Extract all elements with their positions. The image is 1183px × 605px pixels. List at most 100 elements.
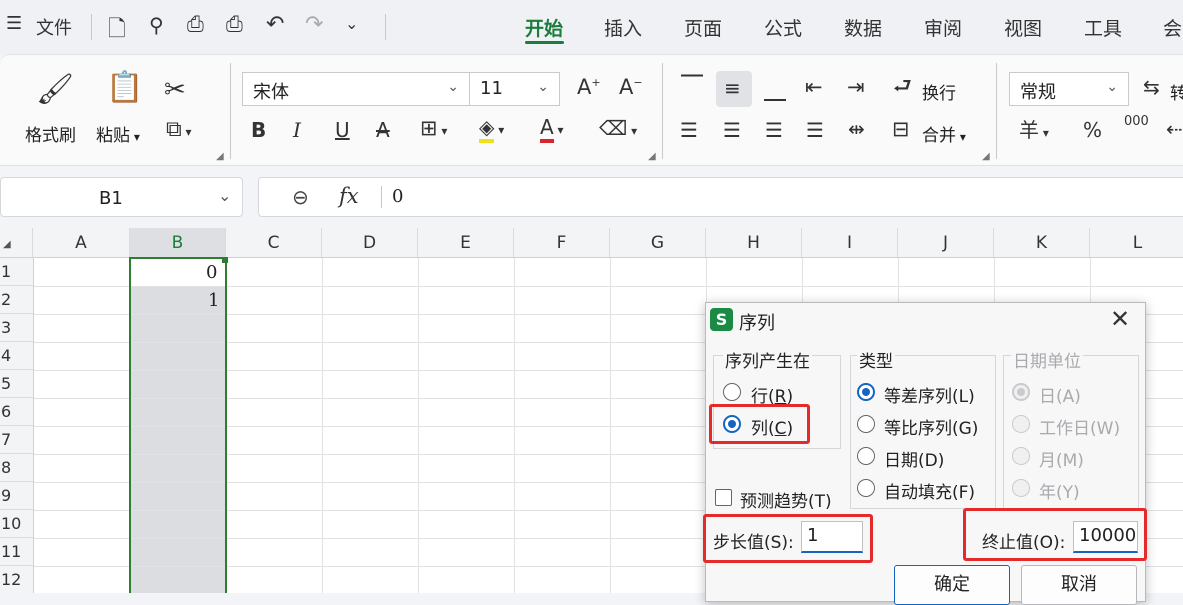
row-header[interactable]: 10 bbox=[0, 510, 33, 538]
cancel-button[interactable]: 取消 bbox=[1021, 565, 1137, 605]
tab-tools[interactable]: 工具 bbox=[1084, 14, 1122, 41]
hamburger-icon[interactable]: ☰ bbox=[6, 13, 22, 34]
row-header[interactable]: 3 bbox=[0, 314, 33, 342]
row-header[interactable]: 11 bbox=[0, 538, 33, 566]
tab-page[interactable]: 页面 bbox=[684, 14, 722, 41]
decimal-icon[interactable]: ⇠ bbox=[1166, 119, 1183, 139]
column-header[interactable]: K bbox=[994, 228, 1090, 258]
row-header[interactable]: 8 bbox=[0, 454, 33, 482]
column-header[interactable]: F bbox=[514, 228, 610, 258]
row-header[interactable]: 2 bbox=[0, 286, 33, 314]
day-radio-label[interactable]: 日(A) bbox=[1039, 382, 1081, 407]
date-radio-label[interactable]: 日期(D) bbox=[884, 446, 944, 471]
day-radio[interactable] bbox=[1012, 383, 1030, 401]
column-header[interactable]: A bbox=[33, 228, 130, 258]
weekday-radio-label[interactable]: 工作日(W) bbox=[1039, 414, 1120, 439]
align-bottom-icon[interactable]: ⎽ bbox=[764, 79, 786, 101]
font-name-select[interactable]: 宋体 ⌄ bbox=[242, 72, 470, 106]
column-header[interactable]: H bbox=[706, 228, 802, 258]
close-icon[interactable]: ✕ bbox=[1110, 305, 1130, 333]
row-header[interactable]: 7 bbox=[0, 426, 33, 454]
chevron-down-icon[interactable]: ⌄ bbox=[345, 14, 358, 33]
border-icon[interactable]: ⊞ ▾ bbox=[420, 118, 447, 139]
autofill-radio[interactable] bbox=[857, 479, 875, 497]
linear-radio-label[interactable]: 等差序列(L) bbox=[884, 382, 975, 407]
date-radio[interactable] bbox=[857, 447, 875, 465]
format-painter-icon[interactable]: ⚲ bbox=[149, 13, 164, 37]
formula-input[interactable]: 0 bbox=[392, 186, 403, 207]
thousands-icon[interactable]: 000 bbox=[1124, 115, 1149, 128]
increase-font-icon[interactable]: A+ bbox=[577, 77, 601, 98]
file-menu[interactable]: 文件 bbox=[36, 14, 72, 40]
tab-insert[interactable]: 插入 bbox=[604, 14, 642, 41]
zoom-icon[interactable]: ⊖ bbox=[292, 185, 309, 209]
row-header[interactable]: 4 bbox=[0, 342, 33, 370]
row-header[interactable]: 12 bbox=[0, 566, 33, 593]
column-header[interactable]: E bbox=[418, 228, 514, 258]
align-left-icon[interactable]: ☰ bbox=[680, 120, 698, 140]
year-radio-label[interactable]: 年(Y) bbox=[1039, 478, 1080, 503]
column-header[interactable]: B bbox=[130, 228, 226, 258]
dialog-launcher-icon[interactable]: ◢ bbox=[216, 151, 224, 162]
wrap-text-icon[interactable]: ⮐ bbox=[893, 76, 912, 97]
month-radio[interactable] bbox=[1012, 447, 1030, 465]
tab-formula[interactable]: 公式 bbox=[764, 14, 802, 41]
italic-icon[interactable]: I bbox=[293, 120, 301, 140]
autofill-radio-label[interactable]: 自动填充(F) bbox=[884, 478, 975, 503]
column-header[interactable]: G bbox=[610, 228, 706, 258]
paste-button[interactable]: 粘贴 ▾ bbox=[96, 121, 140, 146]
number-format-select[interactable]: 常规 ⌄ bbox=[1009, 72, 1129, 106]
trend-checkbox-label[interactable]: 预测趋势(T) bbox=[740, 487, 832, 512]
column-header[interactable]: I bbox=[802, 228, 898, 258]
wrap-text-button[interactable]: 换行 bbox=[922, 79, 956, 104]
fill-color-icon[interactable]: ◈ ▾ bbox=[479, 115, 504, 143]
row-header[interactable]: 6 bbox=[0, 398, 33, 426]
justify-icon[interactable]: ☰ bbox=[806, 120, 824, 140]
align-right-icon[interactable]: ☰ bbox=[765, 120, 783, 140]
decrease-indent-icon[interactable]: ⇤ bbox=[805, 77, 823, 98]
fill-handle[interactable] bbox=[222, 257, 228, 263]
tab-data[interactable]: 数据 bbox=[844, 14, 882, 41]
align-center-icon[interactable]: ☰ bbox=[723, 120, 741, 140]
select-all-corner[interactable]: ◢ bbox=[0, 228, 33, 258]
function-icon[interactable]: fx bbox=[339, 184, 359, 208]
cut-icon[interactable]: ✂ bbox=[164, 77, 186, 103]
format-painter-icon[interactable]: 🖌 bbox=[36, 75, 74, 105]
bold-icon[interactable]: B bbox=[251, 120, 266, 140]
row-header[interactable]: 1 bbox=[0, 258, 33, 286]
paste-icon[interactable]: 📋 bbox=[106, 73, 143, 103]
column-header[interactable]: D bbox=[322, 228, 418, 258]
align-middle-button[interactable]: ≡ bbox=[716, 71, 752, 107]
ok-button[interactable]: 确定 bbox=[894, 565, 1010, 605]
merge-icon[interactable]: ⊟ bbox=[892, 119, 910, 140]
growth-radio[interactable] bbox=[857, 415, 875, 433]
font-color-icon[interactable]: A ▾ bbox=[540, 115, 564, 143]
save-icon[interactable]: 🗋 bbox=[108, 12, 126, 50]
column-header[interactable]: L bbox=[1090, 228, 1183, 258]
undo-icon[interactable]: ↶ bbox=[266, 12, 284, 37]
decrease-font-icon[interactable]: A− bbox=[619, 77, 643, 98]
copy-icon[interactable]: ⧉ ▾ bbox=[166, 119, 192, 141]
name-box[interactable]: B1 ⌄ bbox=[0, 177, 243, 217]
dialog-launcher-icon[interactable]: ◢ bbox=[648, 151, 656, 162]
increase-indent-icon[interactable]: ⇥ bbox=[847, 77, 865, 98]
currency-icon[interactable]: 羊 ▾ bbox=[1019, 120, 1049, 140]
percent-icon[interactable]: % bbox=[1083, 120, 1102, 140]
font-size-select[interactable]: 11 ⌄ bbox=[469, 72, 560, 106]
growth-radio-label[interactable]: 等比序列(G) bbox=[884, 414, 978, 439]
year-radio[interactable] bbox=[1012, 479, 1030, 497]
clear-format-icon[interactable]: ⌫ ▾ bbox=[599, 118, 637, 138]
convert-icon[interactable]: ⇆ bbox=[1143, 77, 1160, 97]
row-header[interactable]: 5 bbox=[0, 370, 33, 398]
linear-radio[interactable] bbox=[857, 383, 875, 401]
distributed-align-icon[interactable]: ⇹ bbox=[848, 119, 865, 139]
convert-button[interactable]: 转 bbox=[1170, 79, 1183, 104]
weekday-radio[interactable] bbox=[1012, 415, 1030, 433]
row-radio[interactable] bbox=[723, 383, 741, 401]
row-header[interactable]: 9 bbox=[0, 482, 33, 510]
tab-view[interactable]: 视图 bbox=[1004, 14, 1042, 41]
chevron-down-icon[interactable]: ⌄ bbox=[218, 186, 231, 205]
dialog-launcher-icon[interactable]: ◢ bbox=[982, 151, 990, 162]
tab-member[interactable]: 会 bbox=[1163, 14, 1182, 41]
month-radio-label[interactable]: 月(M) bbox=[1039, 446, 1084, 471]
